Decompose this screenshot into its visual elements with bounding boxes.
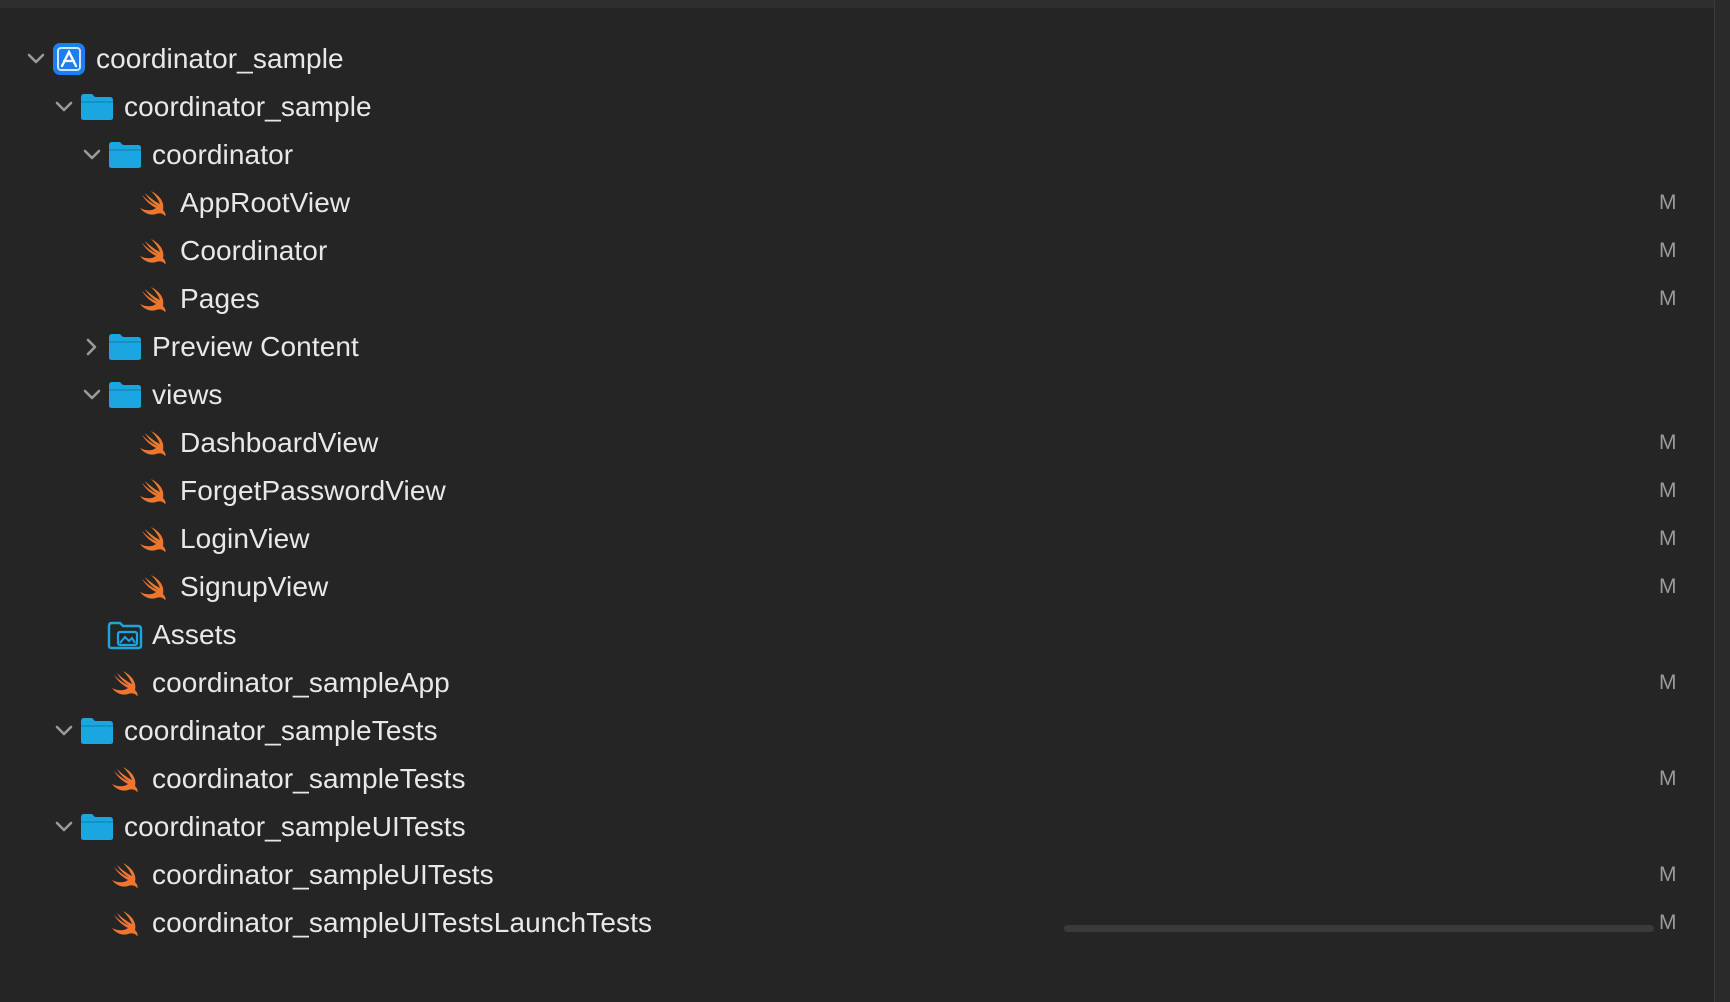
horizontal-scrollbar[interactable]: [1064, 925, 1654, 932]
swift-file-icon: [108, 761, 144, 797]
tree-row-file[interactable]: Pages M: [0, 275, 1714, 323]
source-control-status-badge: M: [1659, 671, 1677, 694]
tree-row-file[interactable]: LoginView M: [0, 515, 1714, 563]
chevron-down-icon[interactable]: [25, 48, 47, 70]
source-control-status-badge: M: [1659, 575, 1677, 598]
source-control-status-badge: M: [1659, 239, 1677, 262]
tree-item-label: Coordinator: [180, 235, 328, 266]
tree-item-label: Assets: [152, 619, 237, 650]
chevron-right-icon[interactable]: [81, 336, 103, 358]
tree-row-file[interactable]: SignupView M: [0, 563, 1714, 611]
tree-row-folder[interactable]: views: [0, 371, 1714, 419]
source-control-status-badge: M: [1659, 911, 1677, 934]
folder-icon: [79, 89, 115, 125]
tree-row-project[interactable]: coordinator_sample: [0, 35, 1714, 83]
swift-file-icon: [136, 281, 172, 317]
source-control-status-badge: M: [1659, 527, 1677, 550]
tree-item-label: AppRootView: [180, 187, 351, 218]
tree-item-label: coordinator_sampleUITests: [152, 859, 494, 890]
tree-item-label: coordinator_sampleTests: [152, 763, 466, 794]
swift-file-icon: [136, 473, 172, 509]
tree-row-file[interactable]: coordinator_sampleApp M: [0, 659, 1714, 707]
chevron-down-icon[interactable]: [81, 144, 103, 166]
folder-icon: [107, 329, 143, 365]
folder-icon: [79, 713, 115, 749]
tree-row-file[interactable]: coordinator_sampleUITests M: [0, 851, 1714, 899]
source-control-status-badge: M: [1659, 863, 1677, 886]
tree-item-label: coordinator_sampleUITestsLaunchTests: [152, 907, 653, 938]
folder-icon: [107, 377, 143, 413]
swift-file-icon: [136, 185, 172, 221]
tree-item-label: ForgetPasswordView: [180, 475, 446, 506]
source-control-status-badge: M: [1659, 287, 1677, 310]
tree-row-file[interactable]: coordinator_sampleUITestsLaunchTests M: [0, 899, 1714, 947]
tree-row-file[interactable]: coordinator_sampleTests M: [0, 755, 1714, 803]
chevron-down-icon[interactable]: [53, 96, 75, 118]
tree-row-file[interactable]: ForgetPasswordView M: [0, 467, 1714, 515]
swift-file-icon: [136, 425, 172, 461]
editor-divider[interactable]: [1714, 0, 1730, 1002]
tree-item-label: coordinator_sampleTests: [124, 715, 438, 746]
tree-row-folder[interactable]: coordinator: [0, 131, 1714, 179]
tree-row-file[interactable]: Coordinator M: [0, 227, 1714, 275]
tree-item-label: SignupView: [180, 571, 329, 602]
tree-item-label: coordinator_sample: [96, 43, 344, 74]
tree-row-folder[interactable]: coordinator_sampleTests: [0, 707, 1714, 755]
tree-item-label: Preview Content: [152, 331, 359, 362]
tree-item-label: coordinator_sampleApp: [152, 667, 450, 698]
tree-item-label: coordinator_sample: [124, 91, 372, 122]
tree-row-folder[interactable]: Preview Content: [0, 323, 1714, 371]
source-control-status-badge: M: [1659, 191, 1677, 214]
tree-item-label: DashboardView: [180, 427, 379, 458]
tree-item-label: coordinator_sampleUITests: [124, 811, 466, 842]
swift-file-icon: [136, 521, 172, 557]
source-control-status-badge: M: [1659, 767, 1677, 790]
project-navigator: coordinator_sample coordinator_sample co…: [0, 0, 1714, 1002]
swift-file-icon: [108, 905, 144, 941]
folder-icon: [107, 137, 143, 173]
source-control-status-badge: M: [1659, 431, 1677, 454]
tree-row-assets[interactable]: Assets: [0, 611, 1714, 659]
tree-item-label: Pages: [180, 283, 260, 314]
tree-item-label: views: [152, 379, 223, 410]
swift-file-icon: [136, 233, 172, 269]
swift-file-icon: [136, 569, 172, 605]
source-control-status-badge: M: [1659, 479, 1677, 502]
asset-catalog-icon: [107, 617, 143, 653]
chevron-down-icon[interactable]: [81, 384, 103, 406]
swift-file-icon: [108, 665, 144, 701]
folder-icon: [79, 809, 115, 845]
file-tree: coordinator_sample coordinator_sample co…: [0, 35, 1714, 947]
tree-row-file[interactable]: DashboardView M: [0, 419, 1714, 467]
tree-row-file[interactable]: AppRootView M: [0, 179, 1714, 227]
tree-item-label: LoginView: [180, 523, 310, 554]
tree-row-folder[interactable]: coordinator_sample: [0, 83, 1714, 131]
chevron-down-icon[interactable]: [53, 816, 75, 838]
swift-file-icon: [108, 857, 144, 893]
tree-row-folder[interactable]: coordinator_sampleUITests: [0, 803, 1714, 851]
xcode-project-icon: [51, 41, 87, 77]
tree-item-label: coordinator: [152, 139, 294, 170]
chevron-down-icon[interactable]: [53, 720, 75, 742]
